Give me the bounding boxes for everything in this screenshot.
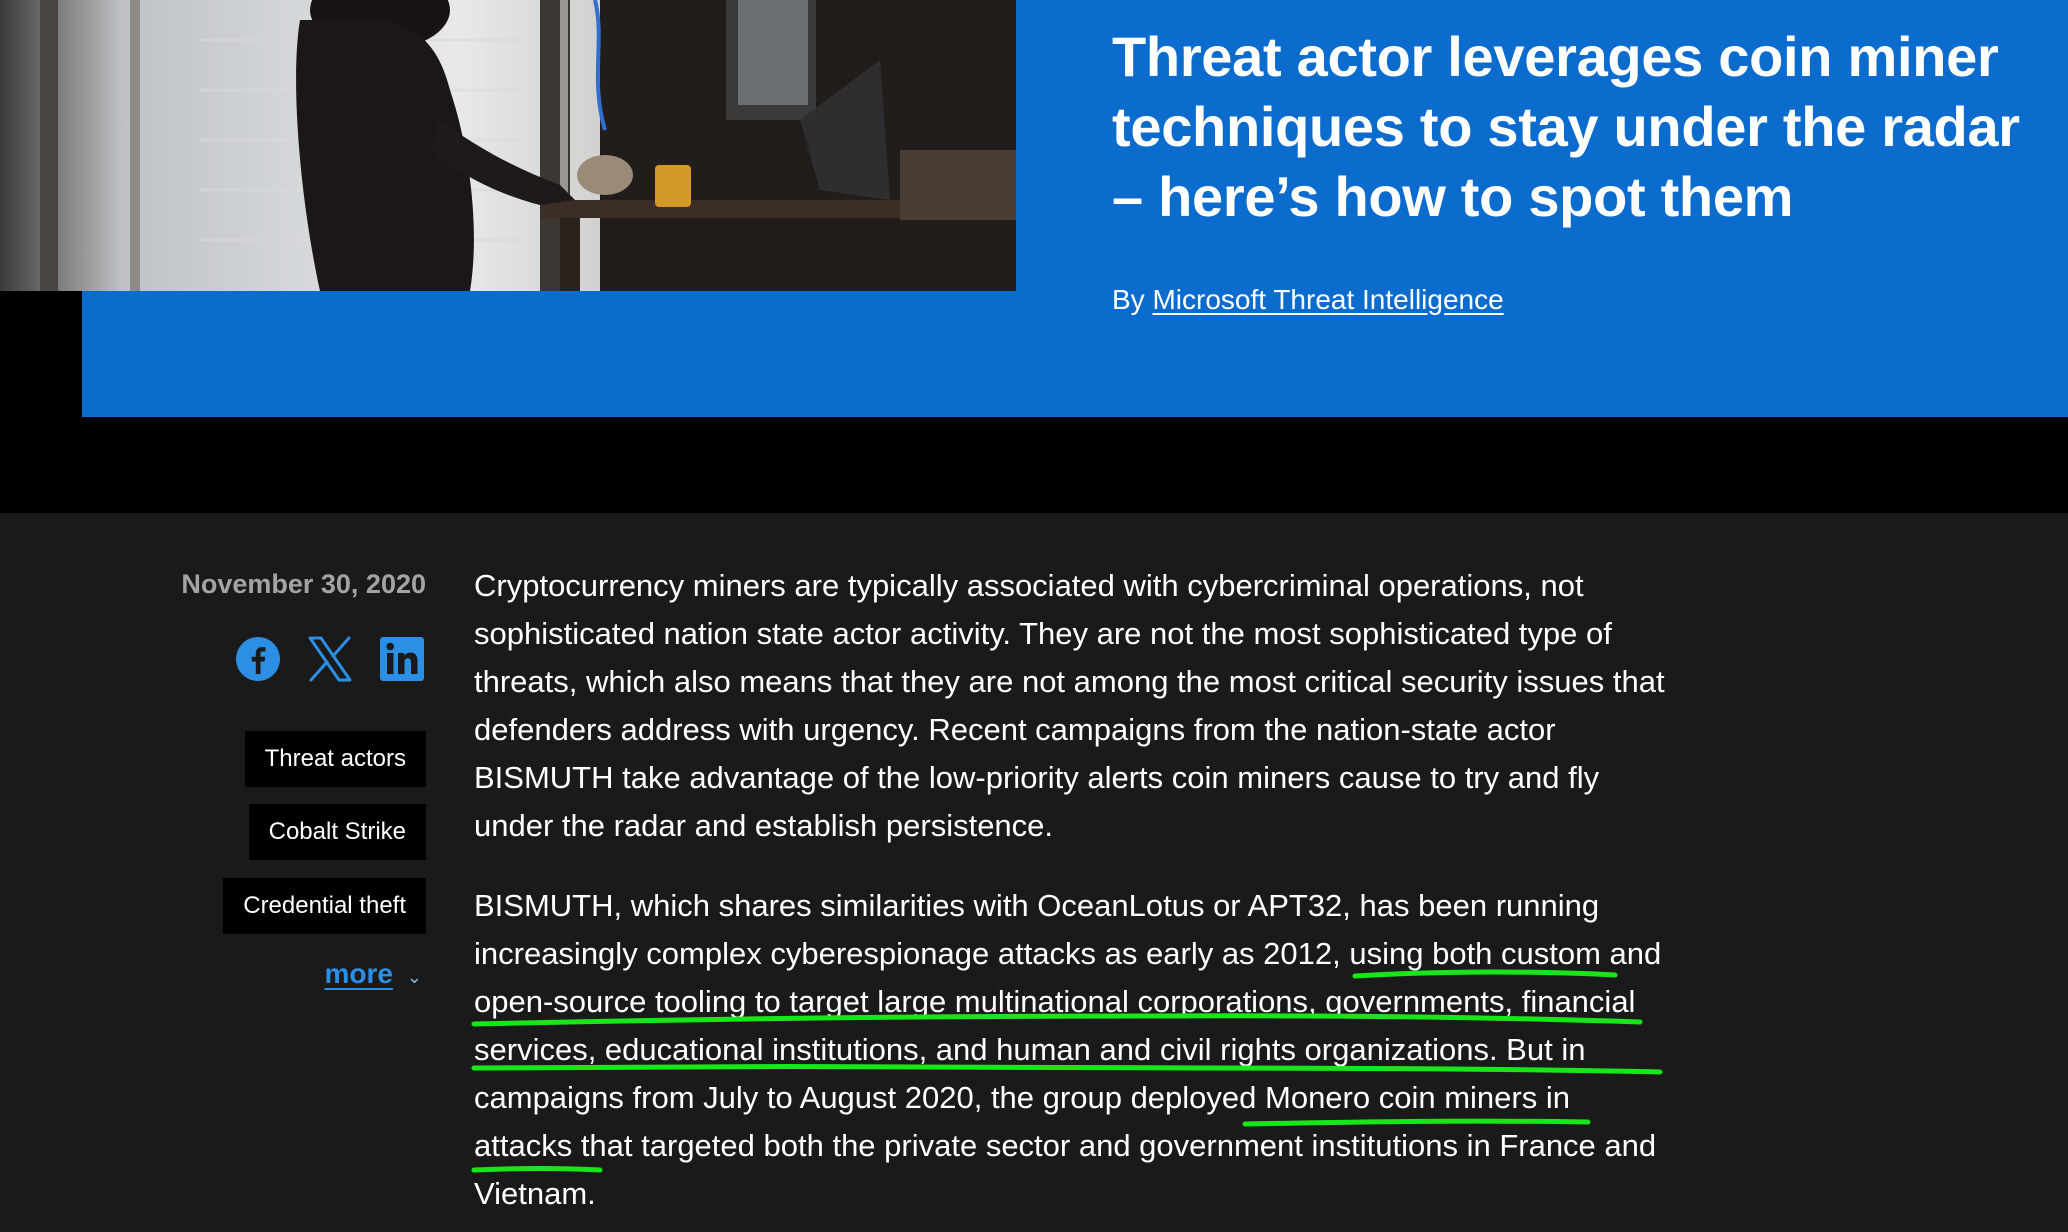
chevron-down-icon: ⌄: [406, 967, 422, 987]
share-linkedin-button[interactable]: [377, 634, 427, 684]
tag-cobalt-strike[interactable]: Cobalt Strike: [248, 804, 426, 860]
tag-threat-actors[interactable]: Threat actors: [244, 731, 426, 787]
article-body: Cryptocurrency miners are typically asso…: [474, 562, 1674, 1232]
share-facebook-button[interactable]: [233, 634, 283, 684]
linkedin-icon: [380, 637, 424, 681]
x-icon: [308, 636, 352, 682]
article-title: Threat actor leverages coin miner techni…: [1112, 25, 2020, 228]
more-tags-link[interactable]: more ⌄: [324, 954, 422, 997]
post-date: November 30, 2020: [181, 569, 426, 599]
paragraph-1: Cryptocurrency miners are typically asso…: [474, 568, 1665, 843]
hero-image: [0, 0, 1016, 291]
hero-photo: [0, 0, 1016, 291]
p2-text-3: attacks that targeted both the private s…: [474, 1128, 1657, 1211]
more-label: more: [324, 958, 393, 989]
paragraph-2: BISMUTH, which shares similarities with …: [474, 882, 1674, 1218]
highlighted-text-2: deployed Monero coin miners in: [1130, 1080, 1570, 1115]
byline: By Microsoft Threat Intelligence: [1112, 280, 1504, 320]
facebook-icon: [236, 637, 280, 681]
byline-prefix: By: [1112, 284, 1145, 315]
author-link[interactable]: Microsoft Threat Intelligence: [1152, 284, 1503, 315]
tag-credential-theft[interactable]: Credential theft: [223, 878, 426, 934]
share-x-button[interactable]: [305, 634, 355, 684]
page: Threat actor leverages coin miner techni…: [0, 0, 2068, 1232]
